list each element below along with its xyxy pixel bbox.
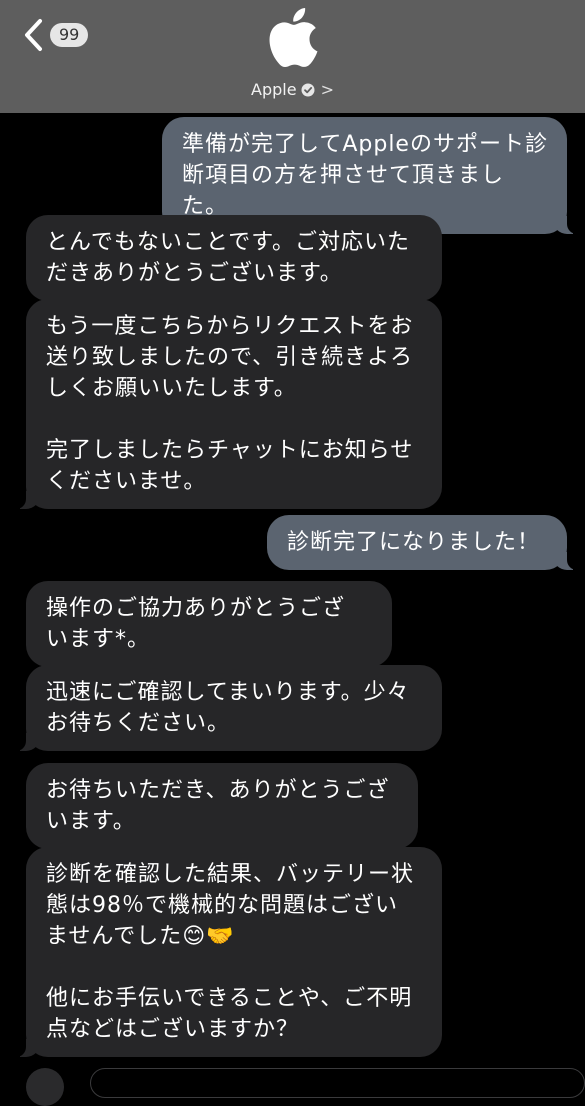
message-input[interactable] xyxy=(90,1068,585,1098)
message-bubble-incoming[interactable]: 診断を確認した結果、バッテリー状 態は98％で機械的な問題はござい ませんでした… xyxy=(14,847,442,1057)
message-bubble-incoming[interactable]: 操作のご協力ありがとうござ います*。 xyxy=(26,581,392,667)
chevron-right-icon: > xyxy=(320,80,334,99)
message-bubble-outgoing[interactable]: 診断完了になりました！ xyxy=(267,515,579,570)
conversation-header: 99 Apple > xyxy=(0,0,585,113)
apple-logo[interactable] xyxy=(262,4,320,70)
unread-count-badge: 99 xyxy=(50,23,89,47)
message-bubble-incoming[interactable]: お待ちいただき、ありがとうござ います。 xyxy=(26,763,418,849)
message-bubble-incoming[interactable]: もう一度こちらからリクエストをお 送り致しましたので、引き続きよろ しくお願いい… xyxy=(14,299,442,509)
message-thread: 準備が完了してAppleのサポート診 断項目の方を押させて頂きました。 とんでも… xyxy=(0,113,585,1080)
contact-name: Apple xyxy=(251,80,297,99)
apps-button[interactable] xyxy=(26,1068,64,1106)
message-bubble-incoming[interactable]: 迅速にご確認してまいります。少々 お待ちください。 xyxy=(14,665,442,751)
message-bubble-incoming[interactable]: とんでもないことです。ご対応いた だきありがとうございます。 xyxy=(26,215,442,301)
back-button[interactable]: 99 xyxy=(22,16,94,54)
verified-check-icon xyxy=(301,83,315,96)
chevron-left-icon xyxy=(25,19,42,51)
contact-name-row[interactable]: Apple > xyxy=(0,80,585,99)
